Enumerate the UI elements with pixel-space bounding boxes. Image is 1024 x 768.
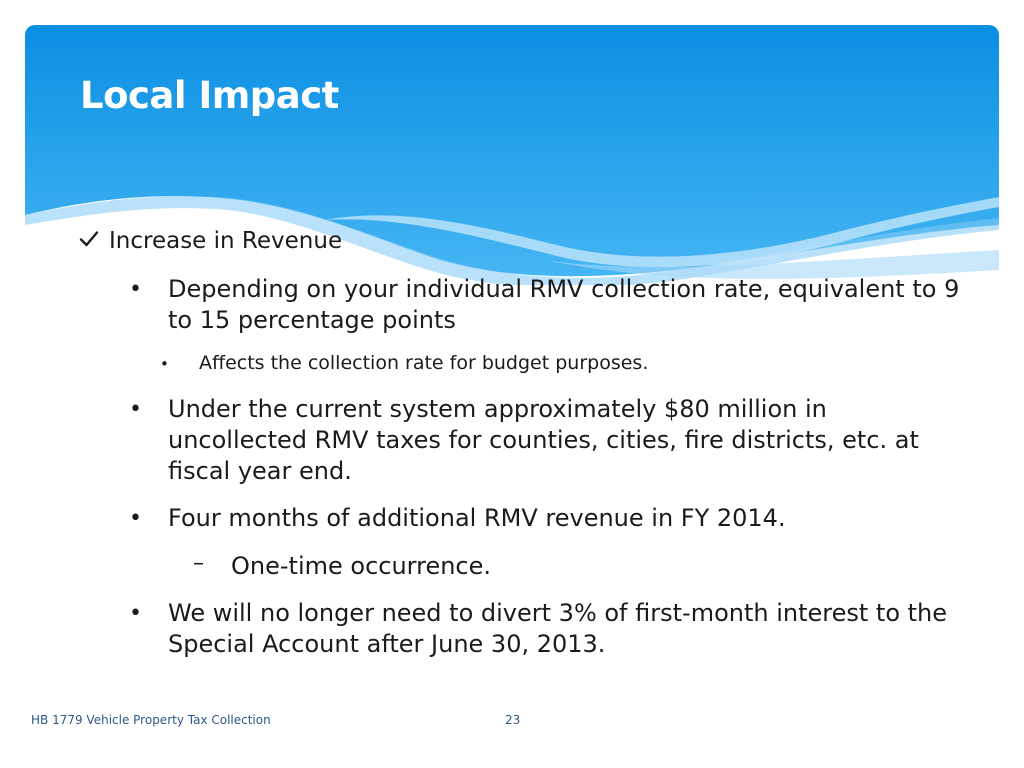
bullet2-line1: Under the current system approximately $… <box>168 395 827 423</box>
bullet2-line2: uncollected RMV taxes for counties, citi… <box>168 426 919 454</box>
bullet-dot-icon: • <box>129 506 142 531</box>
sub-bullet-dot-icon: • <box>160 355 169 373</box>
page-number: 23 <box>505 713 521 727</box>
checkmark-icon <box>79 231 99 247</box>
heading-increase-in-revenue: Increase in Revenue <box>109 228 343 254</box>
bullet3-text: Four months of additional RMV revenue in… <box>168 504 786 532</box>
sub-bullet-text: Affects the collection rate for budget p… <box>199 352 649 374</box>
dash-icon: – <box>193 551 204 576</box>
bullet-dot-icon: • <box>129 277 142 302</box>
bullet-dot-icon: • <box>129 601 142 626</box>
bullet4-line2: Special Account after June 30, 2013. <box>168 630 606 658</box>
bullet2-line3: fiscal year end. <box>168 457 352 485</box>
bullet-dot-icon: • <box>129 397 142 422</box>
bullet1-line1: Depending on your individual RMV collect… <box>168 275 960 303</box>
footer-title: HB 1779 Vehicle Property Tax Collection <box>31 713 271 727</box>
bullet1-line2: to 15 percentage points <box>168 306 456 334</box>
bullet4-line1: We will no longer need to divert 3% of f… <box>168 599 948 627</box>
slide: Local Impact Increase in Revenue • Depen… <box>0 0 1024 768</box>
slide-content: Increase in Revenue • Depending on your … <box>0 0 1024 768</box>
dash-item-text: One-time occurrence. <box>231 552 492 580</box>
